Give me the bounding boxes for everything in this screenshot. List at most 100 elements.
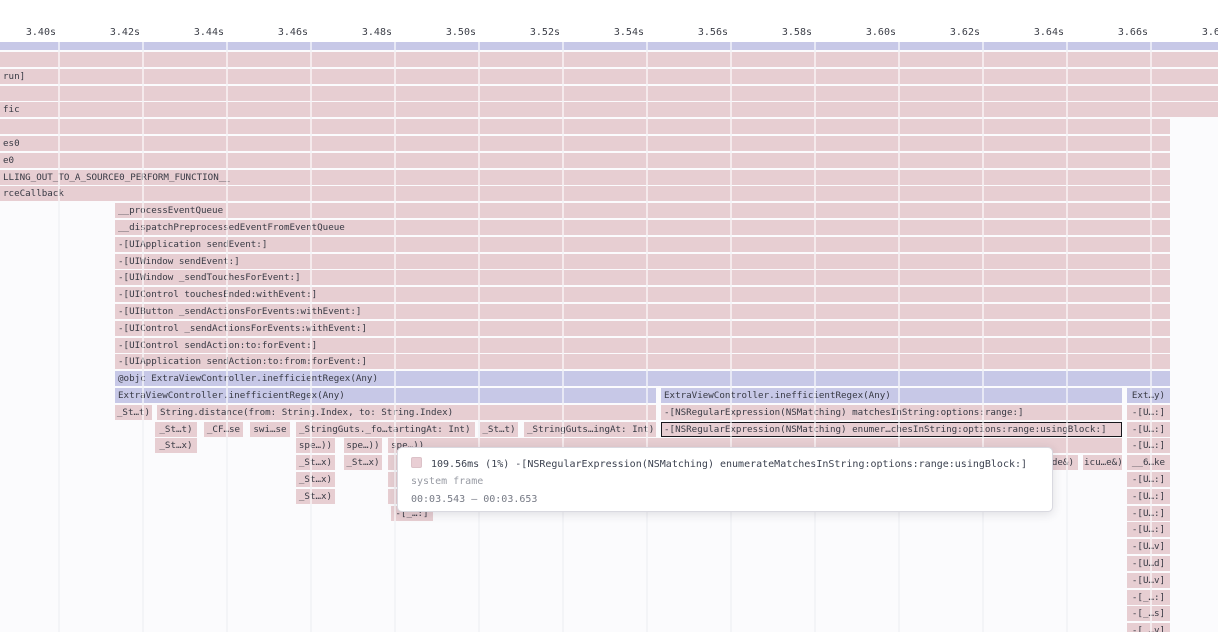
flame-bar[interactable]: _StringGuts…ingAt: Int) bbox=[524, 422, 656, 437]
flame-bar[interactable]: _St…x) bbox=[296, 489, 335, 504]
flame-row: -[_…s] bbox=[0, 606, 1218, 621]
tooltip-color-swatch-icon bbox=[411, 457, 422, 468]
flame-bar[interactable]: -[UIButton _sendActionsForEvents:withEve… bbox=[115, 304, 1170, 319]
tick-label: 3.44s bbox=[154, 26, 224, 39]
flame-bar[interactable]: String.distance(from: String.Index, to: … bbox=[157, 405, 656, 420]
tick-label: 3.46s bbox=[238, 26, 308, 39]
flame-row: __processEventQueue bbox=[0, 203, 1218, 218]
flame-bar[interactable]: __dispatchPreprocessedEventFromEventQueu… bbox=[115, 220, 1170, 235]
flame-bar[interactable]: -[UIWindow _sendTouchesForEvent:] bbox=[115, 270, 1170, 285]
flame-bar[interactable]: es0 bbox=[0, 136, 1170, 151]
flame-bar[interactable]: _St…x) bbox=[344, 455, 382, 470]
flame-row bbox=[0, 119, 1218, 134]
flame-row: run] bbox=[0, 69, 1218, 84]
tooltip-title-line: 109.56ms (1%) -[NSRegularExpression(NSMa… bbox=[411, 457, 1039, 472]
flame-bar[interactable]: -[U…v] bbox=[1127, 573, 1170, 588]
flame-bar[interactable]: -[UIControl touchesEnded:withEvent:] bbox=[115, 287, 1170, 302]
flame-bar[interactable] bbox=[0, 86, 1218, 101]
tick-label: 3.42s bbox=[70, 26, 140, 39]
flame-bar[interactable]: _St…x) bbox=[155, 438, 197, 453]
flame-row: -[UIWindow sendEvent:] bbox=[0, 254, 1218, 269]
time-axis-ruler[interactable]: 3.40s3.42s3.44s3.46s3.48s3.50s3.52s3.54s… bbox=[0, 0, 1218, 42]
flame-bar[interactable]: -[UIControl _sendActionsForEvents:withEv… bbox=[115, 321, 1170, 336]
flame-bar[interactable]: @objc ExtraViewController.inefficientReg… bbox=[115, 371, 1170, 386]
flame-row: -[UIApplication sendEvent:] bbox=[0, 237, 1218, 252]
tick-label: 3.52s bbox=[490, 26, 560, 39]
tick-label: 3.66s bbox=[1078, 26, 1148, 39]
flame-bar[interactable]: -[U…:] bbox=[1127, 522, 1170, 537]
frame-tooltip: 109.56ms (1%) -[NSRegularExpression(NSMa… bbox=[397, 447, 1053, 512]
tooltip-title: 109.56ms (1%) -[NSRegularExpression(NSMa… bbox=[431, 459, 1027, 470]
flame-bar[interactable]: -[UIApplication sendAction:to:from:forEv… bbox=[115, 354, 1170, 369]
flame-row: LLING_OUT_TO_A_SOURCE0_PERFORM_FUNCTION_… bbox=[0, 170, 1218, 185]
flame-bar[interactable]: _St…t) bbox=[480, 422, 518, 437]
flame-row bbox=[0, 86, 1218, 101]
flame-bar[interactable]: -[U…:] bbox=[1127, 472, 1170, 487]
tick-label: 3.56s bbox=[658, 26, 728, 39]
tick-label: 3.40s bbox=[0, 26, 56, 39]
flame-bar[interactable]: -[_…:] bbox=[1127, 590, 1170, 605]
flame-bar[interactable]: _CF…se bbox=[204, 422, 243, 437]
flame-bar[interactable]: spe…)) bbox=[344, 438, 382, 453]
flame-bar[interactable]: run] bbox=[0, 69, 1218, 84]
flame-bar[interactable]: -[UIWindow sendEvent:] bbox=[115, 254, 1170, 269]
flame-bar[interactable]: _St…t) bbox=[155, 422, 197, 437]
flame-bar[interactable]: __processEventQueue bbox=[115, 203, 1170, 218]
flame-row: _St…t) _CF…se swi…se _StringGuts._fo…tartin… bbox=[0, 422, 1218, 437]
flame-bar[interactable]: spe…)) bbox=[296, 438, 335, 453]
flame-bar[interactable]: LLING_OUT_TO_A_SOURCE0_PERFORM_FUNCTION_… bbox=[0, 170, 1170, 185]
flame-bar[interactable]: _St…t) bbox=[115, 405, 152, 420]
flame-row: -[U…v] bbox=[0, 573, 1218, 588]
time-profiler-flame-chart: run] fic es0 e0 LLING_OUT_TO_A_SOURCE0_PERFO… bbox=[0, 0, 1218, 632]
flame-bar[interactable]: -[U…:] bbox=[1127, 506, 1170, 521]
flame-row bbox=[0, 52, 1218, 67]
gridline-overlay bbox=[730, 42, 732, 632]
flame-bar[interactable]: _St…x) bbox=[296, 455, 335, 470]
flame-row: -[UIControl _sendActionsForEvents:withEv… bbox=[0, 321, 1218, 336]
flame-bar[interactable]: ExtraViewController.inefficientRegex(Any… bbox=[115, 388, 656, 403]
flame-bar[interactable]: __6…ke bbox=[1127, 455, 1170, 470]
flame-bar[interactable]: -[U…d] bbox=[1127, 556, 1170, 571]
gridline-overlay bbox=[142, 42, 144, 632]
gridline-overlay bbox=[982, 42, 984, 632]
flame-row: -[UIControl touchesEnded:withEvent:] bbox=[0, 287, 1218, 302]
flame-row: -[UIApplication sendAction:to:from:forEv… bbox=[0, 354, 1218, 369]
flame-bar[interactable]: -[U…:] bbox=[1127, 405, 1170, 420]
flame-bar[interactable] bbox=[0, 119, 1170, 134]
flame-bar[interactable]: _St…x) bbox=[296, 472, 335, 487]
gridline-overlay bbox=[478, 42, 480, 632]
flame-row: e0 bbox=[0, 153, 1218, 168]
flame-bar[interactable]: -[U…:] bbox=[1127, 489, 1170, 504]
flame-bar[interactable]: fic bbox=[0, 102, 1218, 117]
gridline-overlay bbox=[646, 42, 648, 632]
tick-label: 3.62s bbox=[910, 26, 980, 39]
flame-bar[interactable]: -[_…s] bbox=[1127, 606, 1170, 621]
tick-label: 3.50s bbox=[406, 26, 476, 39]
flame-bar[interactable] bbox=[0, 52, 1218, 67]
flame-chart-canvas[interactable]: run] fic es0 e0 LLING_OUT_TO_A_SOURCE0_PERFO… bbox=[0, 42, 1218, 632]
flame-bar[interactable]: _StringGuts._fo…tartingAt: Int) bbox=[296, 422, 475, 437]
flame-bar[interactable]: -[_…v] bbox=[1127, 623, 1170, 632]
flame-row: @objc ExtraViewController.inefficientReg… bbox=[0, 371, 1218, 386]
flame-row: -[UIWindow _sendTouchesForEvent:] bbox=[0, 270, 1218, 285]
tick-label: 3.60s bbox=[826, 26, 896, 39]
flame-row: -[UIButton _sendActionsForEvents:withEve… bbox=[0, 304, 1218, 319]
flame-bar[interactable]: rceCallback bbox=[0, 186, 1170, 201]
gridline-overlay bbox=[394, 42, 396, 632]
flame-row: -[UIControl sendAction:to:forEvent:] bbox=[0, 338, 1218, 353]
gridline-overlay bbox=[1150, 42, 1152, 632]
flame-bar[interactable]: -[U…v] bbox=[1127, 539, 1170, 554]
flame-bar[interactable]: -[UIApplication sendEvent:] bbox=[115, 237, 1170, 252]
flame-bar[interactable]: -[UIControl sendAction:to:forEvent:] bbox=[115, 338, 1170, 353]
flame-bar[interactable] bbox=[0, 42, 1218, 50]
flame-bar[interactable]: icu…e&) bbox=[1083, 455, 1122, 470]
tooltip-time-range: 00:03.543 — 00:03.653 bbox=[411, 492, 1039, 510]
flame-row: -[_…v] bbox=[0, 623, 1218, 632]
flame-bar[interactable]: swi…se bbox=[250, 422, 290, 437]
flame-bar[interactable]: -[U…:] bbox=[1127, 438, 1170, 453]
flame-bar[interactable]: -[U…:] bbox=[1127, 422, 1170, 437]
flame-bar[interactable]: Ext…y) bbox=[1127, 388, 1170, 403]
gridline-overlay bbox=[562, 42, 564, 632]
flame-row: -[U…:] bbox=[0, 522, 1218, 537]
flame-bar[interactable]: e0 bbox=[0, 153, 1170, 168]
